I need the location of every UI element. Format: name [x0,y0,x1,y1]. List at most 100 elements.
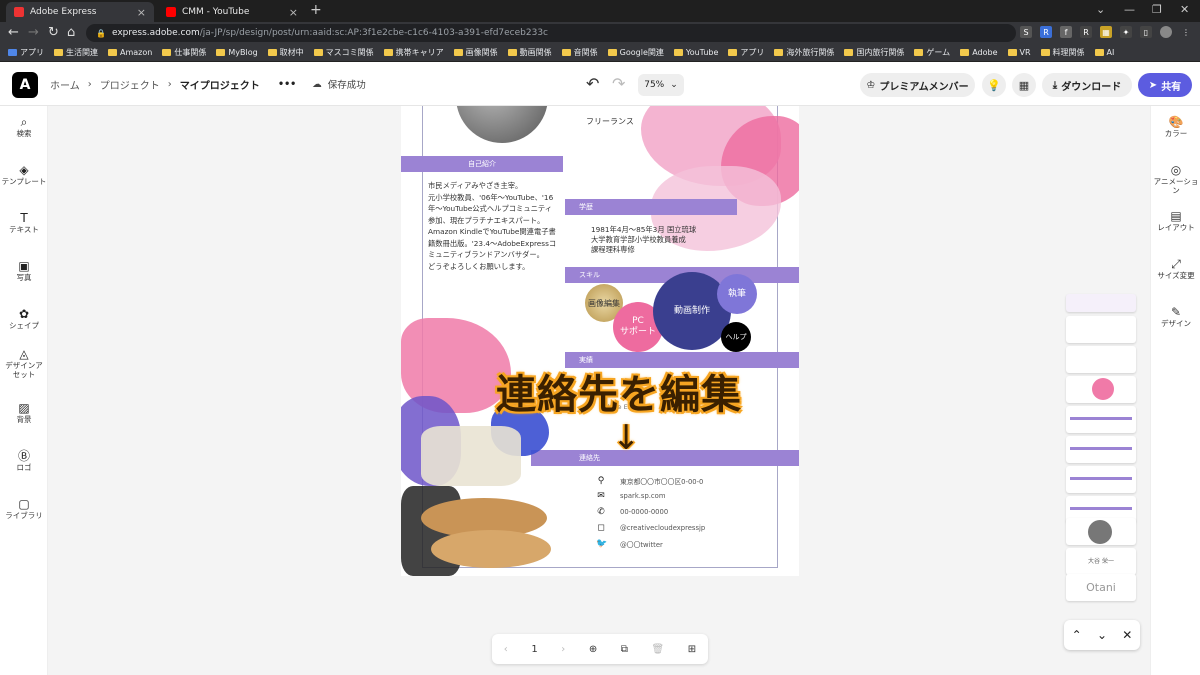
reload-icon[interactable]: ↻ [48,25,59,40]
sidebar-item-design-assets[interactable]: ◬ デザインアセット [0,348,48,379]
puzzle-icon[interactable]: ✦ [1120,26,1132,38]
layer-thumb[interactable] [1066,436,1136,463]
layer-thumb[interactable] [1066,376,1136,403]
bookmark-item[interactable]: ゲーム [914,47,950,58]
sidebar-item-templates[interactable]: ◈ テンプレート [0,164,48,186]
sidebar-item-shapes[interactable]: ✿ シェイプ [0,308,48,330]
calendar-icon[interactable]: ▦ [1012,73,1036,97]
lightbulb-icon[interactable]: 💡 [982,73,1006,97]
layer-thumb[interactable] [1066,466,1136,493]
sidebar-icon[interactable]: ▯ [1140,26,1152,38]
contact-twitter[interactable]: 🐦 @〇〇twitter [596,539,663,549]
layer-thumb[interactable] [1066,294,1136,312]
breadcrumb-projects[interactable]: プロジェクト [100,77,160,92]
bookmark-item[interactable]: 仕事関係 [162,47,206,58]
more-options-icon[interactable]: ••• [278,79,296,90]
sidebar-item-animation[interactable]: ◎ アニメーション [1151,164,1200,195]
skill-bubble-writing[interactable]: 執筆 [717,274,757,314]
close-tab-icon[interactable]: × [289,6,298,19]
add-page-icon[interactable]: ⊕ [589,644,597,655]
resume-document[interactable]: フリーランス 自己紹介 学歴 スキル 実績 連絡先 市民メディアみやざき主宰。 … [401,106,799,576]
bookmark-item[interactable]: MyBlog [216,48,258,57]
forward-icon[interactable]: → [28,25,39,40]
education-text[interactable]: 1981年4月〜85年3月 国立琉球 大学教育学部小学校教員養成 課程理科専修 [591,225,696,255]
menu-icon[interactable]: ⋮ [1180,26,1192,38]
bookmark-item[interactable]: Amazon [108,48,152,57]
layer-thumb[interactable]: Otani [1066,574,1136,601]
back-icon[interactable]: ← [8,25,19,40]
extension-icon[interactable]: R [1040,26,1052,38]
prev-page-icon[interactable]: ‹ [504,644,508,655]
close-window-icon[interactable]: ✕ [1180,3,1189,16]
contact-email[interactable]: ✉ spark.sp.com [596,491,665,501]
sidebar-item-logo[interactable]: Ⓑ ロゴ [0,450,48,472]
maximize-icon[interactable]: ❐ [1152,3,1162,16]
premium-member-button[interactable]: ♔ プレミアムメンバー [860,73,975,97]
duplicate-page-icon[interactable]: ⧉ [621,644,628,655]
share-button[interactable]: ➤ 共有 [1138,73,1192,97]
minimize-icon[interactable]: — [1124,3,1135,16]
url-bar[interactable]: 🔒 express.adobe.com/ja-JP/sp/design/post… [86,24,1016,42]
new-tab-icon[interactable]: + [310,2,322,18]
sidebar-item-color[interactable]: 🎨 カラー [1151,116,1200,138]
tab-youtube[interactable]: CMM - YouTube × [158,2,306,22]
redo-icon[interactable]: ↷ [612,74,625,93]
bookmark-item[interactable]: 生活関連 [54,47,98,58]
contact-phone[interactable]: ✆ 00-0000-0000 [596,507,668,517]
role-text[interactable]: フリーランス [586,116,634,128]
bookmark-item[interactable]: 音関係 [561,47,598,58]
chevron-up-icon[interactable]: ⌃ [1072,628,1082,642]
sidebar-item-layout[interactable]: ▤ レイアウト [1151,210,1200,232]
delete-page-icon[interactable]: 🗑 [652,644,665,655]
download-button[interactable]: ⤓ ダウンロード [1042,73,1132,97]
layer-thumb[interactable] [1066,346,1136,373]
bookmark-item[interactable]: 携帯キャリア [383,47,444,58]
next-page-icon[interactable]: › [561,644,565,655]
sidebar-item-background[interactable]: ▨ 背景 [0,402,48,424]
section-header-intro[interactable]: 自己紹介 [401,156,563,172]
chevron-down-icon[interactable]: ⌄ [1097,628,1107,642]
breadcrumb-home[interactable]: ホーム [50,77,80,92]
layer-thumb[interactable] [1066,518,1136,545]
home-icon[interactable]: ⌂ [67,25,75,40]
bookmark-item[interactable]: VR [1007,48,1031,57]
sidebar-item-photos[interactable]: ▣ 写真 [0,260,48,282]
bookmark-item[interactable]: Adobe [960,48,998,57]
chevron-down-icon[interactable]: ⌄ [1096,3,1105,16]
sidebar-item-search[interactable]: ⌕ 検索 [0,116,48,138]
extension-icon[interactable]: ▦ [1100,26,1112,38]
contact-address[interactable]: ⚲ 東京都〇〇市〇〇区0-00-0 [596,476,704,486]
close-tab-icon[interactable]: × [137,6,146,19]
zoom-select[interactable]: 75% ⌄ [638,74,684,96]
layer-thumb[interactable] [1066,316,1136,343]
close-icon[interactable]: ✕ [1122,628,1132,642]
breadcrumb-my-projects[interactable]: マイプロジェクト [180,77,260,92]
bookmark-item[interactable]: 取材中 [267,47,304,58]
bookmark-item[interactable]: 画像関係 [453,47,498,58]
bookmark-item[interactable]: 料理関係 [1040,47,1085,58]
extension-icon[interactable]: f [1060,26,1072,38]
section-header-contact[interactable]: 連絡先 [531,450,799,466]
bookmark-item[interactable]: マスコミ関係 [313,47,374,58]
bookmark-item[interactable]: アプリ [8,47,44,58]
intro-text[interactable]: 市民メディアみやざき主宰。 元小学校教員、'06年〜YouTube、'16 年〜… [428,180,563,272]
bookmark-item[interactable]: アプリ [728,47,764,58]
bookmark-item[interactable]: Google関連 [607,47,664,58]
sidebar-item-text[interactable]: T テキスト [0,212,48,234]
layer-thumb[interactable]: 大谷 栄一 [1066,548,1136,575]
extension-icon[interactable]: R [1080,26,1092,38]
extension-icon[interactable]: S [1020,26,1032,38]
bookmark-item[interactable]: 動画関係 [507,47,552,58]
adobe-express-logo[interactable]: A [12,72,38,98]
section-header-education[interactable]: 学歴 [565,199,737,215]
avatar[interactable] [1160,26,1172,38]
undo-icon[interactable]: ↶ [586,74,599,93]
grid-view-icon[interactable]: ⊞ [688,644,696,655]
bookmark-item[interactable]: 海外旅行関係 [774,47,834,58]
bookmark-item[interactable]: YouTube [673,48,718,57]
bookmark-item[interactable]: AI [1094,48,1114,57]
sidebar-item-resize[interactable]: ⤢ サイズ変更 [1151,258,1200,280]
tab-adobe-express[interactable]: Adobe Express × [6,2,154,22]
contact-instagram[interactable]: ◻ @creativecloudexpressjp [596,523,705,533]
sidebar-item-design[interactable]: ✎ デザイン [1151,306,1200,328]
